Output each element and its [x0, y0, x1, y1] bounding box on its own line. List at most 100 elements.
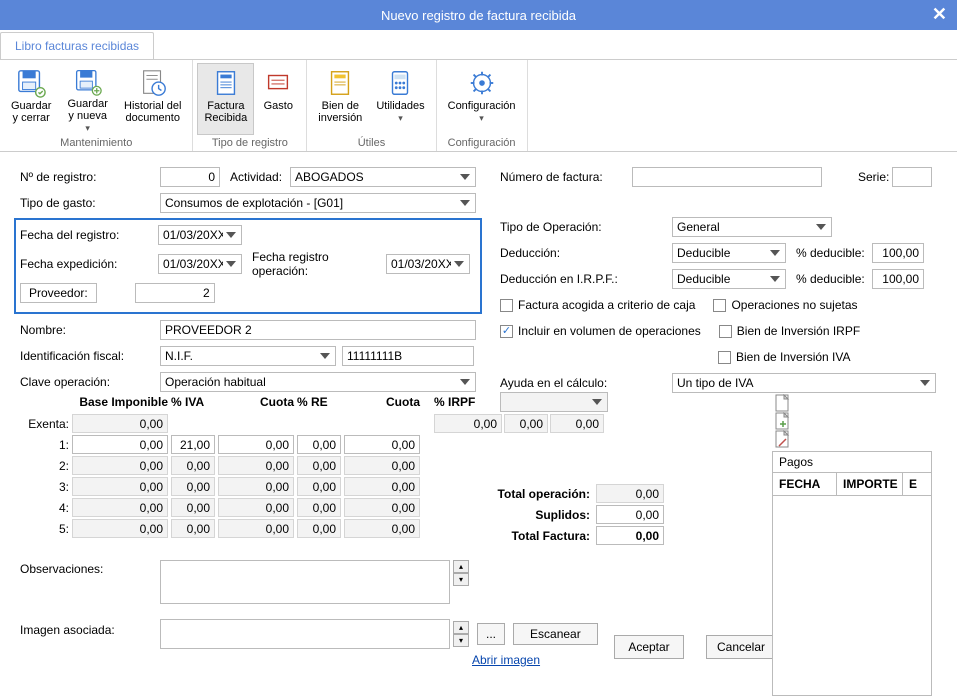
idfiscal-num-input[interactable]	[342, 346, 474, 366]
chk-opnosujetas[interactable]: Operaciones no sujetas	[713, 298, 857, 312]
totals-box: Total operación: Suplidos: Total Factura…	[456, 484, 664, 547]
page-add-icon[interactable]	[774, 412, 790, 430]
irpf-select[interactable]	[500, 392, 608, 412]
nregistro-input[interactable]	[160, 167, 220, 187]
cancelar-button[interactable]: Cancelar	[706, 635, 776, 659]
utilidades-label: Utilidades	[376, 100, 424, 112]
obs-spin-up[interactable]: ▴	[453, 560, 469, 573]
r4-pre[interactable]	[297, 498, 341, 517]
r1-pre[interactable]	[297, 435, 341, 454]
r3-base[interactable]	[72, 477, 168, 496]
obs-spin-down[interactable]: ▾	[453, 573, 469, 586]
chk-bieninv-irpf[interactable]: Bien de Inversión IRPF	[719, 324, 860, 338]
chk-factcaja[interactable]: Factura acogida a criterio de caja	[500, 298, 695, 312]
fecharegistro-label: Fecha del registro:	[20, 228, 158, 242]
nombre-input[interactable]	[160, 320, 476, 340]
r3-pre[interactable]	[297, 477, 341, 496]
scan-button[interactable]: Escanear	[513, 623, 598, 645]
group-utiles-label: Útiles	[311, 135, 431, 152]
ayudacalc-label: Ayuda en el cálculo:	[500, 376, 672, 390]
r2-pre[interactable]	[297, 456, 341, 475]
chevron-down-icon: ▾	[479, 113, 484, 124]
r1-cuota1[interactable]	[218, 435, 294, 454]
guardar-y-cerrar-button[interactable]: Guardar y cerrar	[4, 63, 58, 135]
r1-piva[interactable]	[171, 435, 215, 454]
proveedor-button[interactable]: Proveedor:	[20, 283, 97, 303]
pctdeducible1-input[interactable]	[872, 243, 924, 263]
r3-cuota2[interactable]	[344, 477, 420, 496]
totfact-value[interactable]	[596, 526, 664, 545]
close-icon[interactable]: ✕	[932, 4, 947, 25]
ribbon: Guardar y cerrar Guardar y nueva ▾	[0, 60, 957, 152]
r5-cuota2[interactable]	[344, 519, 420, 538]
configuracion-button[interactable]: Configuración ▾	[441, 63, 523, 135]
page-delete-icon[interactable]	[774, 430, 790, 448]
tipogasto-select[interactable]: Consumos de explotación - [G01]	[160, 193, 476, 213]
guardar-y-nueva-button[interactable]: Guardar y nueva ▾	[58, 63, 117, 135]
pctdeducible2-input[interactable]	[872, 269, 924, 289]
r4-base[interactable]	[72, 498, 168, 517]
r5-pre[interactable]	[297, 519, 341, 538]
bien-inversion-button[interactable]: Bien de inversión	[311, 63, 369, 135]
irpf-v3[interactable]	[550, 414, 604, 433]
l1: 1:	[23, 435, 69, 454]
deduccion-irpf-select[interactable]: Deducible	[672, 269, 786, 289]
r5-cuota1[interactable]	[218, 519, 294, 538]
tipoop-select[interactable]: General	[672, 217, 832, 237]
historial-documento-button[interactable]: Historial del documento	[117, 63, 188, 135]
exenta-base[interactable]	[72, 414, 168, 433]
l4: 4:	[23, 498, 69, 517]
fecharegop-input[interactable]: 01/03/20XX	[386, 254, 470, 274]
tipogasto-label: Tipo de gasto:	[20, 196, 160, 210]
actividad-select[interactable]: ABOGADOS	[290, 167, 476, 187]
r2-cuota2[interactable]	[344, 456, 420, 475]
r2-piva[interactable]	[171, 456, 215, 475]
chk-bieninv-iva[interactable]: Bien de Inversión IVA	[718, 350, 851, 364]
img-spin-down[interactable]: ▾	[453, 634, 469, 647]
aceptar-button[interactable]: Aceptar	[614, 635, 684, 659]
chk-opnosujetas-label: Operaciones no sujetas	[731, 298, 857, 312]
group-configuracion-label: Configuración	[441, 135, 523, 152]
idfiscal-tipo-select[interactable]: N.I.F.	[160, 346, 336, 366]
suplidos-value[interactable]	[596, 505, 664, 524]
claveop-select[interactable]: Operación habitual	[160, 372, 476, 392]
history-icon	[138, 68, 168, 98]
gasto-label: Gasto	[264, 100, 293, 112]
r4-cuota2[interactable]	[344, 498, 420, 517]
r3-cuota1[interactable]	[218, 477, 294, 496]
img-spin-up[interactable]: ▴	[453, 621, 469, 634]
chk-factcaja-label: Factura acogida a criterio de caja	[518, 298, 695, 312]
irpf-v1[interactable]	[434, 414, 502, 433]
abrir-imagen-link[interactable]: Abrir imagen	[472, 653, 540, 667]
serie-input[interactable]	[892, 167, 932, 187]
r1-base[interactable]	[72, 435, 168, 454]
utilidades-button[interactable]: Utilidades ▾	[369, 63, 431, 135]
pagos-body[interactable]	[772, 496, 932, 696]
r2-base[interactable]	[72, 456, 168, 475]
numfactura-label: Número de factura:	[500, 170, 632, 184]
fechaexped-input[interactable]: 01/03/20XX	[158, 254, 242, 274]
fecharegistro-input[interactable]: 01/03/20XX	[158, 225, 242, 245]
r4-piva[interactable]	[171, 498, 215, 517]
irpf-v2[interactable]	[504, 414, 548, 433]
chk-incluirvol[interactable]: Incluir en volumen de operaciones	[500, 324, 701, 338]
r3-piva[interactable]	[171, 477, 215, 496]
r1-cuota2[interactable]	[344, 435, 420, 454]
idfiscal-label: Identificación fiscal:	[20, 349, 160, 363]
r5-piva[interactable]	[171, 519, 215, 538]
tab-libro-facturas[interactable]: Libro facturas recibidas	[0, 32, 154, 59]
totop-value[interactable]	[596, 484, 664, 503]
proveedor-input[interactable]	[135, 283, 215, 303]
r2-cuota1[interactable]	[218, 456, 294, 475]
factura-recibida-button[interactable]: Factura Recibida	[197, 63, 254, 135]
page-icon[interactable]	[774, 394, 790, 412]
browse-button[interactable]: ...	[477, 623, 505, 645]
gasto-button[interactable]: Gasto	[254, 63, 302, 135]
r4-cuota1[interactable]	[218, 498, 294, 517]
img-path-input[interactable]	[160, 619, 450, 649]
numfactura-input[interactable]	[632, 167, 822, 187]
obs-textarea[interactable]	[160, 560, 450, 604]
r5-base[interactable]	[72, 519, 168, 538]
serie-label: Serie:	[858, 170, 892, 184]
deduccion-select[interactable]: Deducible	[672, 243, 786, 263]
